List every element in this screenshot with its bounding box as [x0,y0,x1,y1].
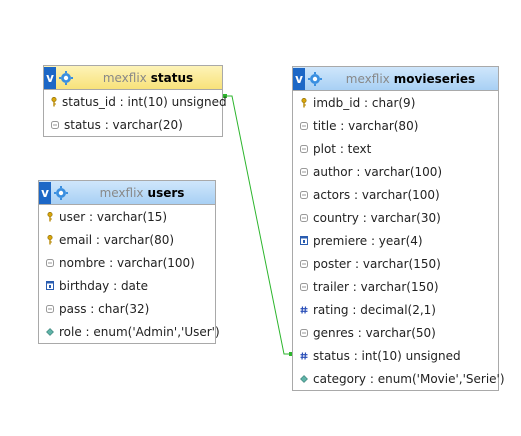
column-row[interactable]: trailer : varchar(150) [293,275,498,298]
text-field-icon [300,144,308,154]
table-header[interactable]: v mexflix movieseries [293,67,498,91]
table-title: mexflix status [74,71,222,85]
column-row[interactable]: category : enum('Movie','Serie') [293,367,505,390]
column-label: email : varchar(80) [59,232,175,247]
database-name: mexflix [345,71,390,86]
table-header[interactable]: v mexflix status [44,66,222,90]
column-label: author : varchar(100) [313,164,443,179]
column-row[interactable]: birthday : date [39,274,215,297]
database-name: mexflix [102,70,147,85]
column-row[interactable]: author : varchar(100) [293,160,498,183]
toggle-columns-button[interactable]: v [39,181,51,204]
date-field-icon [300,236,308,246]
enum-field-icon [300,374,308,384]
column-row[interactable]: status : int(10) unsigned [293,344,498,367]
column-label: status : int(10) unsigned [313,348,461,363]
column-row[interactable]: role : enum('Admin','User') [39,320,220,343]
text-field-icon [300,259,308,269]
numeric-field-icon [300,351,308,361]
table-title: mexflix movieseries [323,72,498,86]
column-label: country : varchar(30) [313,210,441,225]
column-label: pass : char(32) [59,301,150,316]
status-to-movieseries-link [224,95,292,355]
key-icon [46,234,54,245]
text-field-icon [300,213,308,223]
column-row[interactable]: plot : text [293,137,498,160]
gear-icon[interactable] [58,70,74,86]
column-row[interactable]: status : varchar(20) [44,113,222,136]
column-label: plot : text [313,141,372,156]
key-icon [51,96,57,107]
text-field-icon [46,258,54,268]
key-icon [300,97,308,108]
column-label: birthday : date [59,278,148,293]
column-row[interactable]: status_id : int(10) unsigned [44,90,227,113]
column-label: trailer : varchar(150) [313,279,439,294]
column-row[interactable]: actors : varchar(100) [293,183,498,206]
column-row[interactable]: email : varchar(80) [39,228,215,251]
toggle-columns-button[interactable]: v [44,66,56,89]
table-header[interactable]: v mexflix users [39,181,215,205]
column-label: nombre : varchar(100) [59,255,195,270]
column-label: genres : varchar(50) [313,325,436,340]
column-row[interactable]: premiere : year(4) [293,229,498,252]
table-title: mexflix users [69,186,215,200]
table-name: status [150,70,194,85]
column-label: poster : varchar(150) [313,256,441,271]
toggle-columns-button[interactable]: v [293,67,305,90]
text-field-icon [300,328,308,338]
column-label: premiere : year(4) [313,233,423,248]
column-label: imdb_id : char(9) [313,95,416,110]
column-list: status_id : int(10) unsigned status : var… [44,90,227,136]
table-name: users [147,185,185,200]
column-list: imdb_id : char(9) title : varchar(80) plot… [293,91,505,390]
column-label: status : varchar(20) [64,117,183,132]
column-label: rating : decimal(2,1) [313,302,436,317]
column-label: role : enum('Admin','User') [59,324,220,339]
enum-field-icon [46,327,54,337]
column-row[interactable]: poster : varchar(150) [293,252,498,275]
column-list: user : varchar(15) email : varchar(80) nom… [39,205,220,343]
table-status[interactable]: v mexflix status status_id : int(10) unsi… [43,65,227,137]
text-field-icon [51,120,59,130]
text-field-icon [46,304,54,314]
column-row[interactable]: genres : varchar(50) [293,321,498,344]
gear-icon[interactable] [307,71,323,87]
table-movieseries[interactable]: v mexflix movieseries imdb_id : char(9) ti… [292,66,505,391]
column-label: status_id : int(10) unsigned [62,94,227,109]
table-name: movieseries [393,71,476,86]
text-field-icon [300,190,308,200]
column-label: title : varchar(80) [313,118,419,133]
column-row[interactable]: pass : char(32) [39,297,215,320]
column-row[interactable]: country : varchar(30) [293,206,498,229]
text-field-icon [300,167,308,177]
column-row[interactable]: user : varchar(15) [39,205,215,228]
column-row[interactable]: imdb_id : char(9) [293,91,498,114]
numeric-field-icon [300,305,308,315]
column-label: category : enum('Movie','Serie') [313,371,505,386]
date-field-icon [46,281,54,291]
text-field-icon [300,121,308,131]
database-name: mexflix [99,185,144,200]
column-row[interactable]: title : varchar(80) [293,114,498,137]
table-users[interactable]: v mexflix users user : varchar(15) email :… [38,180,220,344]
text-field-icon [300,282,308,292]
column-row[interactable]: nombre : varchar(100) [39,251,215,274]
gear-icon[interactable] [53,185,69,201]
key-icon [46,211,54,222]
column-label: user : varchar(15) [59,209,168,224]
column-label: actors : varchar(100) [313,187,440,202]
column-row[interactable]: rating : decimal(2,1) [293,298,498,321]
